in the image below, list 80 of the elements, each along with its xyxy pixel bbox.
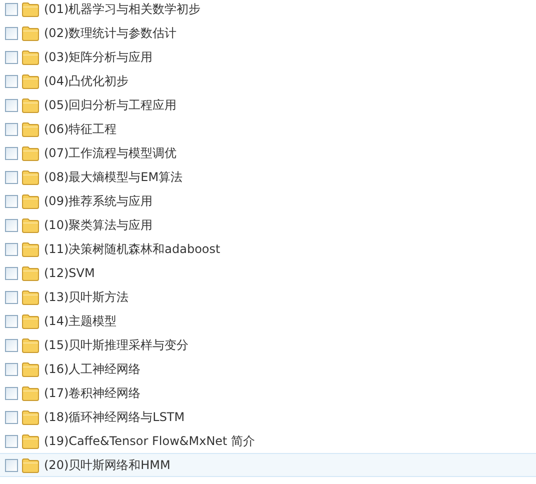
checkbox[interactable]: [5, 458, 18, 472]
checkbox[interactable]: [5, 194, 18, 208]
folder-name[interactable]: (02)数理统计与参数估计: [44, 24, 177, 42]
folder-row[interactable]: (03)矩阵分析与应用: [0, 45, 536, 69]
folder-name[interactable]: (01)机器学习与相关数学初步: [44, 0, 201, 18]
checkbox[interactable]: [5, 242, 18, 256]
folder-row[interactable]: (20)贝叶斯网络和HMM: [0, 453, 536, 477]
folder-row[interactable]: (18)循环神经网络与LSTM: [0, 405, 536, 429]
checkbox[interactable]: [5, 314, 18, 328]
folder-name[interactable]: (12)SVM: [44, 264, 95, 282]
folder-row[interactable]: (06)特征工程: [0, 117, 536, 141]
checkbox[interactable]: [5, 362, 18, 376]
checkbox[interactable]: [5, 26, 18, 40]
folder-icon: [22, 194, 39, 208]
checkbox[interactable]: [5, 338, 18, 352]
checkbox[interactable]: [5, 2, 18, 16]
checkbox[interactable]: [5, 98, 18, 112]
folder-icon: [22, 146, 39, 160]
folder-name[interactable]: (15)贝叶斯推理采样与变分: [44, 336, 189, 354]
folder-row[interactable]: (02)数理统计与参数估计: [0, 21, 536, 45]
folder-icon: [22, 98, 39, 112]
folder-row[interactable]: (16)人工神经网络: [0, 357, 536, 381]
folder-name[interactable]: (04)凸优化初步: [44, 72, 129, 90]
folder-icon: [22, 386, 39, 400]
folder-icon: [22, 2, 39, 16]
folder-name[interactable]: (13)贝叶斯方法: [44, 288, 129, 306]
folder-row[interactable]: (15)贝叶斯推理采样与变分: [0, 333, 536, 357]
folder-icon: [22, 362, 39, 376]
folder-icon: [22, 170, 39, 184]
folder-name[interactable]: (09)推荐系统与应用: [44, 192, 153, 210]
folder-name[interactable]: (03)矩阵分析与应用: [44, 48, 153, 66]
folder-row[interactable]: (12)SVM: [0, 261, 536, 285]
checkbox[interactable]: [5, 218, 18, 232]
folder-icon: [22, 434, 39, 448]
folder-row[interactable]: (09)推荐系统与应用: [0, 189, 536, 213]
folder-name[interactable]: (05)回归分析与工程应用: [44, 96, 177, 114]
folder-name[interactable]: (20)贝叶斯网络和HMM: [44, 456, 170, 474]
folder-row[interactable]: (14)主题模型: [0, 309, 536, 333]
folder-row[interactable]: (07)工作流程与模型调优: [0, 141, 536, 165]
folder-icon: [22, 290, 39, 304]
folder-row[interactable]: (01)机器学习与相关数学初步: [0, 0, 536, 21]
checkbox[interactable]: [5, 74, 18, 88]
checkbox[interactable]: [5, 146, 18, 160]
folder-name[interactable]: (17)卷积神经网络: [44, 384, 141, 402]
checkbox[interactable]: [5, 122, 18, 136]
folder-name[interactable]: (06)特征工程: [44, 120, 117, 138]
folder-row[interactable]: (17)卷积神经网络: [0, 381, 536, 405]
checkbox[interactable]: [5, 50, 18, 64]
checkbox[interactable]: [5, 290, 18, 304]
checkbox[interactable]: [5, 434, 18, 448]
folder-icon: [22, 74, 39, 88]
folder-icon: [22, 26, 39, 40]
folder-icon: [22, 338, 39, 352]
folder-row[interactable]: (04)凸优化初步: [0, 69, 536, 93]
folder-row[interactable]: (05)回归分析与工程应用: [0, 93, 536, 117]
folder-icon: [22, 458, 39, 472]
folder-name[interactable]: (19)Caffe&Tensor Flow&MxNet 简介: [44, 432, 256, 450]
folder-name[interactable]: (11)决策树随机森林和adaboost: [44, 240, 220, 258]
checkbox[interactable]: [5, 266, 18, 280]
folder-row[interactable]: (08)最大熵模型与EM算法: [0, 165, 536, 189]
folder-icon: [22, 218, 39, 232]
folder-icon: [22, 266, 39, 280]
folder-icon: [22, 314, 39, 328]
folder-name[interactable]: (07)工作流程与模型调优: [44, 144, 177, 162]
folder-row[interactable]: (19)Caffe&Tensor Flow&MxNet 简介: [0, 429, 536, 453]
folder-name[interactable]: (14)主题模型: [44, 312, 117, 330]
checkbox[interactable]: [5, 386, 18, 400]
folder-name[interactable]: (16)人工神经网络: [44, 360, 141, 378]
folder-row[interactable]: (10)聚类算法与应用: [0, 213, 536, 237]
checkbox[interactable]: [5, 410, 18, 424]
folder-row[interactable]: (11)决策树随机森林和adaboost: [0, 237, 536, 261]
folder-icon: [22, 410, 39, 424]
folder-name[interactable]: (08)最大熵模型与EM算法: [44, 168, 183, 186]
folder-icon: [22, 122, 39, 136]
folder-name[interactable]: (18)循环神经网络与LSTM: [44, 408, 185, 426]
folder-row[interactable]: (13)贝叶斯方法: [0, 285, 536, 309]
folder-icon: [22, 50, 39, 64]
checkbox[interactable]: [5, 170, 18, 184]
folder-icon: [22, 242, 39, 256]
folder-name[interactable]: (10)聚类算法与应用: [44, 216, 153, 234]
